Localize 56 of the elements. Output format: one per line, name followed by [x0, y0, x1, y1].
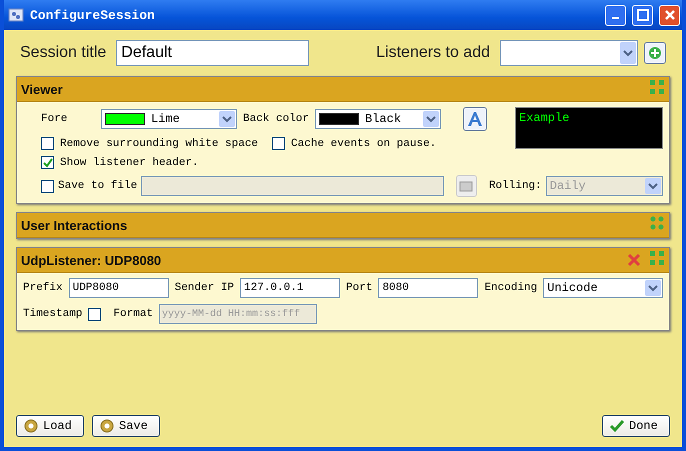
checkbox[interactable] [41, 156, 54, 169]
window-title: ConfigureSession [30, 8, 156, 22]
load-button[interactable]: Load [16, 415, 84, 437]
done-button[interactable]: Done [602, 415, 670, 437]
text-field[interactable]: 8080 [378, 278, 478, 298]
browse-button[interactable] [456, 175, 477, 197]
panel-title: Viewer [21, 82, 64, 96]
caret-icon [222, 115, 232, 123]
dropdown[interactable]: Black [315, 109, 442, 129]
text-field[interactable]: 127.0.0.1 [240, 278, 340, 298]
text-field[interactable]: UDP8080 [68, 278, 169, 298]
plus-icon [648, 46, 662, 60]
example-preview: Example [515, 107, 663, 149]
field-label: Timestamp [23, 308, 82, 320]
field-label: Sender IP [174, 282, 234, 294]
session-title-field[interactable]: Default [116, 40, 310, 66]
checkbox-label: Cache events on pause. [291, 138, 436, 150]
close-icon [664, 9, 676, 21]
listener-dropdown[interactable] [500, 40, 638, 66]
save-button[interactable]: Save [92, 415, 160, 437]
checkbox[interactable] [41, 180, 54, 192]
field-label: Session title [20, 44, 106, 62]
folder-icon [459, 180, 474, 192]
close-button[interactable] [659, 4, 680, 26]
field-label: Encoding [484, 282, 538, 294]
field-label: Port [346, 282, 372, 294]
maximize-icon [636, 9, 648, 21]
panel-title: User Interactions [21, 218, 128, 232]
checkbox[interactable] [88, 308, 102, 320]
checkbox-label: Save to file [58, 180, 138, 192]
gear-icon [23, 418, 39, 434]
dropdown[interactable]: Lime [101, 109, 237, 129]
checkbox[interactable] [41, 137, 54, 150]
gear-icon [99, 418, 115, 434]
field-label: Back color [243, 113, 310, 125]
field-label: Prefix [23, 282, 63, 294]
add-button[interactable] [644, 42, 666, 64]
checkmark-icon [609, 419, 625, 433]
caret-icon [648, 284, 658, 292]
caret-icon [648, 182, 658, 190]
font-icon [466, 110, 484, 128]
app-icon [8, 7, 24, 23]
maximize-button[interactable] [632, 4, 653, 26]
field-label: Fore [40, 113, 68, 125]
caret-icon [426, 115, 436, 123]
panel-title: UdpListener: UDP8080 [21, 252, 162, 268]
checkbox-label: Remove surrounding white space [60, 138, 258, 150]
caret-icon [623, 49, 633, 57]
minimize-button[interactable] [605, 4, 626, 26]
checkbox[interactable] [272, 137, 286, 150]
field-label: Listeners to add [376, 44, 490, 62]
font-button[interactable] [463, 107, 488, 131]
checkbox-label: Show listener header. [60, 156, 199, 168]
field-label: Rolling: [488, 180, 542, 192]
dropdown[interactable]: Unicode [543, 278, 663, 298]
field-label: Format [113, 308, 154, 320]
